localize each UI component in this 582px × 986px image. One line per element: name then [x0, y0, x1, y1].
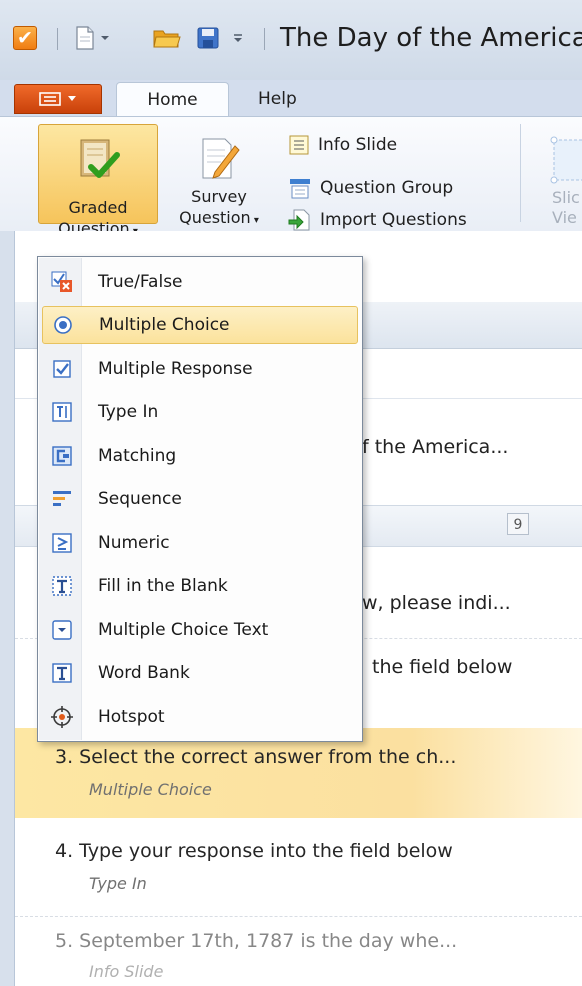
save-icon — [197, 27, 219, 49]
open-folder-icon — [153, 30, 181, 48]
question-group-label: Question Group — [320, 178, 454, 198]
survey-question-label: Survey — [191, 187, 247, 206]
menu-item-label: Matching — [98, 446, 177, 466]
toolbar-separator — [264, 28, 265, 50]
menu-item-multiple-response[interactable]: Multiple Response — [42, 350, 358, 388]
survey-question-icon — [202, 138, 240, 179]
menu-item-label: Numeric — [98, 533, 170, 553]
list-item-title[interactable]: the field below — [372, 656, 512, 678]
survey-question-button[interactable]: Survey Question ▾ — [160, 124, 278, 227]
matching-icon — [52, 446, 72, 466]
list-item-title[interactable]: w, please indi... — [362, 592, 511, 614]
numeric-icon — [52, 533, 72, 553]
list-item-title[interactable]: f the America... — [362, 436, 508, 458]
hotspot-icon — [51, 706, 73, 728]
multiple-choice-icon — [54, 316, 72, 334]
list-divider — [15, 916, 582, 917]
slide-view-icon — [550, 136, 582, 184]
sequence-icon — [53, 491, 71, 506]
chevron-down-icon — [234, 34, 242, 42]
graded-question-label: Graded — [68, 198, 128, 217]
save-button[interactable] — [196, 24, 220, 52]
info-slide-icon — [289, 135, 309, 155]
ribbon-group-separator — [520, 124, 521, 222]
question-title: 5. September 17th, 1787 is the day whe..… — [55, 930, 458, 952]
question-type: Multiple Choice — [89, 780, 212, 799]
word-bank-icon — [52, 663, 72, 683]
true-false-icon — [51, 271, 72, 292]
chevron-down-icon — [68, 96, 76, 101]
toolbar-separator — [57, 28, 58, 50]
menu-item-label: Word Bank — [98, 663, 190, 683]
menu-item-type-in[interactable]: Type In — [42, 393, 358, 431]
window-title: The Day of the America — [280, 23, 582, 53]
file-menu-icon — [39, 92, 61, 106]
menu-item-label: Hotspot — [98, 707, 165, 727]
customize-toolbar-button[interactable] — [232, 24, 244, 52]
slide-view-label: Slic — [552, 188, 580, 207]
question-group-icon — [290, 179, 310, 199]
slide-view-label-2: Vie — [552, 208, 577, 227]
menu-item-numeric[interactable]: Numeric — [42, 524, 358, 562]
menu-item-label: Multiple Response — [98, 359, 253, 379]
menu-item-sequence[interactable]: Sequence — [42, 480, 358, 518]
survey-question-label-2: Question ▾ — [179, 208, 259, 227]
menu-item-hotspot[interactable]: Hotspot — [42, 698, 358, 736]
menu-item-label: Multiple Choice — [99, 315, 230, 335]
menu-item-label: Type In — [98, 402, 159, 422]
new-document-icon — [76, 26, 94, 50]
open-button[interactable] — [152, 24, 182, 52]
menu-item-matching[interactable]: Matching — [42, 437, 358, 475]
question-type: Info Slide — [89, 962, 164, 981]
list-item[interactable]: 5. September 17th, 1787 is the day whe..… — [15, 918, 582, 986]
list-item[interactable]: 4. Type your response into the field bel… — [15, 822, 582, 914]
new-document-button[interactable] — [72, 24, 110, 52]
import-icon — [288, 209, 310, 231]
window-frame-left — [0, 231, 15, 986]
graded-question-icon — [80, 139, 120, 178]
tab-help[interactable]: Help — [258, 82, 297, 117]
import-questions-label: Import Questions — [320, 210, 467, 230]
question-count-badge: 9 — [507, 513, 529, 535]
menu-item-word-bank[interactable]: Word Bank — [42, 654, 358, 692]
graded-question-dropdown: True/False Multiple Choice Multiple Resp… — [37, 256, 363, 742]
question-title: 4. Type your response into the field bel… — [55, 840, 453, 862]
file-menu-button[interactable] — [14, 84, 102, 114]
menu-item-label: True/False — [98, 272, 183, 292]
multiple-response-icon — [53, 360, 71, 378]
question-type: Type In — [89, 874, 147, 893]
menu-item-multiple-choice-text[interactable]: Multiple Choice Text — [42, 611, 358, 649]
menu-item-multiple-choice[interactable]: Multiple Choice — [42, 306, 358, 344]
type-in-icon — [52, 402, 72, 422]
app-logo-icon[interactable]: ✔ — [13, 26, 37, 50]
question-group-button[interactable]: Question Group — [288, 173, 453, 203]
menu-item-label: Fill in the Blank — [98, 576, 228, 596]
menu-item-true-false[interactable]: True/False — [42, 263, 358, 301]
menu-item-label: Multiple Choice Text — [98, 620, 269, 640]
menu-item-fill-in-the-blank[interactable]: Fill in the Blank — [42, 567, 358, 605]
graded-question-button[interactable]: Graded Question ▾ — [38, 124, 158, 238]
tab-home[interactable]: Home — [116, 82, 229, 117]
info-slide-button[interactable]: Info Slide — [288, 130, 397, 160]
menu-item-label: Sequence — [98, 489, 182, 509]
question-title: 3. Select the correct answer from the ch… — [55, 746, 457, 768]
info-slide-label: Info Slide — [318, 135, 398, 155]
fill-in-blank-icon — [52, 576, 72, 596]
multiple-choice-text-icon — [52, 620, 72, 640]
chevron-down-icon — [101, 36, 109, 40]
